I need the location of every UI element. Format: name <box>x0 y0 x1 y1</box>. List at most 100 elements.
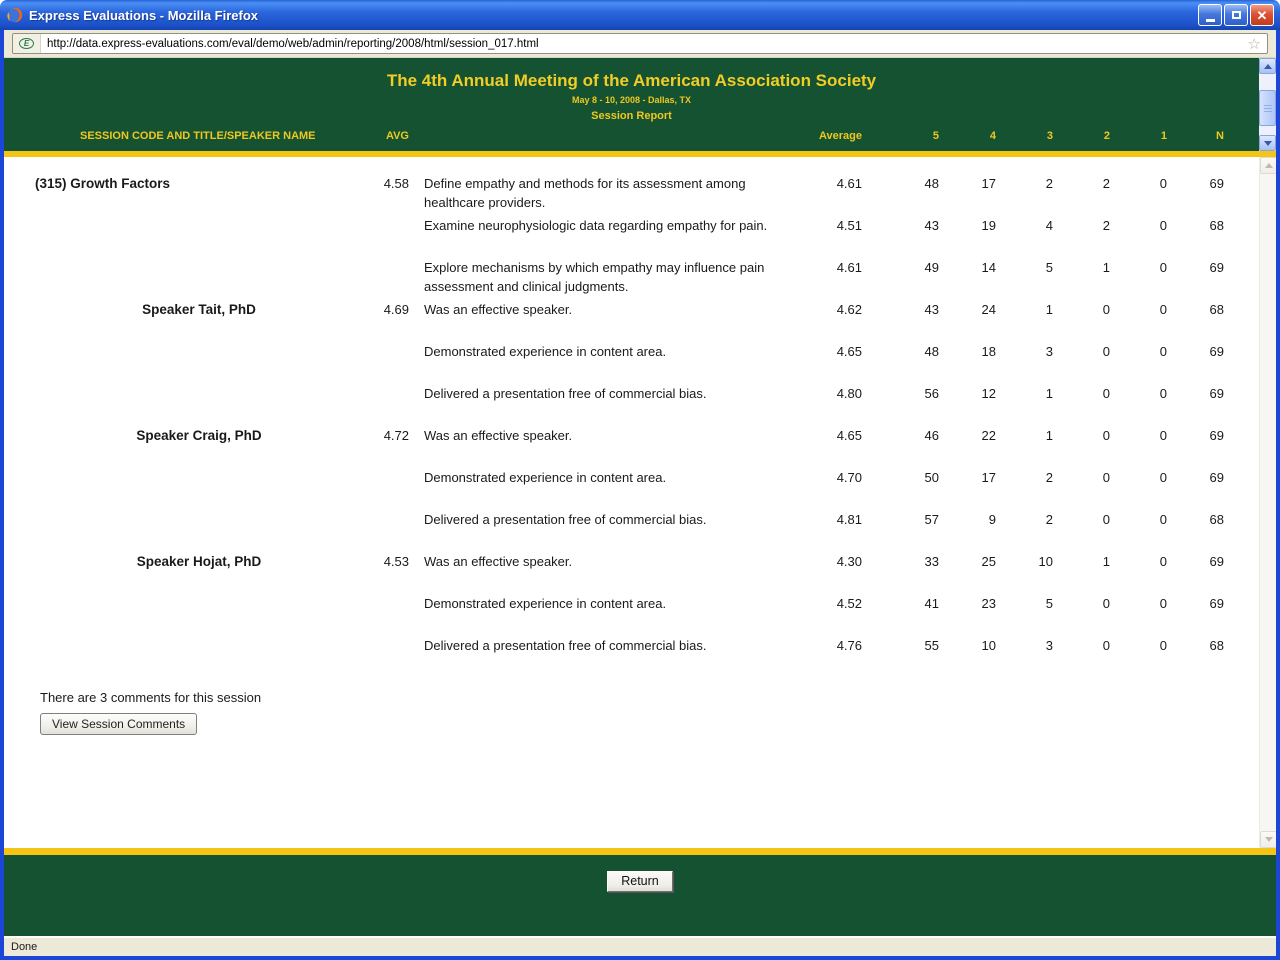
n-cell: 69 <box>1167 258 1224 277</box>
rating5-cell: 49 <box>862 258 939 277</box>
session-or-speaker-name: Speaker Craig, PhD <box>35 426 325 445</box>
column-header-3: 3 <box>996 130 1053 142</box>
n-cell: 69 <box>1167 552 1224 571</box>
session-table: (315) Growth Factors 4.58 Define empathy… <box>4 174 1259 678</box>
rating3-cell: 2 <box>996 510 1053 529</box>
rating3-cell: 10 <box>996 552 1053 571</box>
rating4-cell: 25 <box>939 552 996 571</box>
report-subtitle: Session Report <box>4 110 1259 122</box>
rating5-cell: 33 <box>862 552 939 571</box>
report-content: (315) Growth Factors 4.58 Define empathy… <box>4 157 1276 848</box>
rating4-cell: 17 <box>939 468 996 487</box>
bookmark-star-icon[interactable]: ☆ <box>1242 35 1267 53</box>
rating1-cell: 0 <box>1110 342 1167 361</box>
rating2-cell: 1 <box>1053 552 1110 571</box>
site-identity-button[interactable]: E <box>13 34 41 53</box>
average-cell: 4.65 <box>784 342 862 361</box>
question-cell: Delivered a presentation free of commerc… <box>409 636 784 655</box>
header-frame-scrollbar[interactable] <box>1259 58 1276 151</box>
table-row: Delivered a presentation free of commerc… <box>35 510 1259 552</box>
scrollbar-thumb[interactable] <box>1259 90 1276 126</box>
rating1-cell: 0 <box>1110 300 1167 319</box>
rating1-cell: 0 <box>1110 216 1167 235</box>
average-cell: 4.62 <box>784 300 862 319</box>
report-date-location: May 8 - 10, 2008 - Dallas, TX <box>4 95 1259 105</box>
avg-cell: 4.72 <box>325 426 409 445</box>
question-cell: Delivered a presentation free of commerc… <box>409 384 784 403</box>
n-cell: 69 <box>1167 384 1224 403</box>
rating1-cell: 0 <box>1110 258 1167 277</box>
scroll-down-button[interactable] <box>1259 135 1276 151</box>
page-title: The 4th Annual Meeting of the American A… <box>4 71 1259 91</box>
table-row: Explore mechanisms by which empathy may … <box>35 258 1259 300</box>
rating5-cell: 41 <box>862 594 939 613</box>
average-cell: 4.61 <box>784 258 862 277</box>
rating1-cell: 0 <box>1110 426 1167 445</box>
column-header-4: 4 <box>939 130 996 142</box>
window-titlebar: Express Evaluations - Mozilla Firefox ✕ <box>0 0 1280 30</box>
table-row: Examine neurophysiologic data regarding … <box>35 216 1259 258</box>
status-text: Done <box>11 941 37 953</box>
content-frame-scrollbar[interactable] <box>1259 157 1276 848</box>
question-cell: Was an effective speaker. <box>409 552 784 571</box>
rating1-cell: 0 <box>1110 552 1167 571</box>
rating1-cell: 0 <box>1110 510 1167 529</box>
column-header-2: 2 <box>1053 130 1110 142</box>
n-cell: 69 <box>1167 468 1224 487</box>
average-cell: 4.81 <box>784 510 862 529</box>
scroll-up-button[interactable] <box>1260 157 1276 174</box>
rating1-cell: 0 <box>1110 384 1167 403</box>
average-cell: 4.52 <box>784 594 862 613</box>
maximize-icon <box>1232 11 1241 19</box>
rating3-cell: 5 <box>996 594 1053 613</box>
minimize-icon <box>1206 19 1215 22</box>
maximize-button[interactable] <box>1224 4 1248 26</box>
return-button[interactable]: Return <box>607 871 673 892</box>
avg-cell: 4.58 <box>325 174 409 193</box>
n-cell: 69 <box>1167 342 1224 361</box>
minimize-button[interactable] <box>1198 4 1222 26</box>
question-cell: Examine neurophysiologic data regarding … <box>409 216 784 235</box>
rating1-cell: 0 <box>1110 636 1167 655</box>
rating3-cell: 4 <box>996 216 1053 235</box>
average-cell: 4.80 <box>784 384 862 403</box>
n-cell: 69 <box>1167 594 1224 613</box>
rating5-cell: 55 <box>862 636 939 655</box>
table-row: Demonstrated experience in content area.… <box>35 468 1259 510</box>
rating5-cell: 57 <box>862 510 939 529</box>
view-session-comments-button[interactable]: View Session Comments <box>40 713 197 735</box>
rating2-cell: 0 <box>1053 384 1110 403</box>
question-cell: Define empathy and methods for its asses… <box>409 174 784 212</box>
table-column-headers: SESSION CODE AND TITLE/SPEAKER NAME AVG … <box>35 130 1259 142</box>
rating4-cell: 18 <box>939 342 996 361</box>
address-toolbar: E http://data.express-evaluations.com/ev… <box>4 30 1276 58</box>
column-header-avg: AVG <box>325 130 409 142</box>
rating4-cell: 9 <box>939 510 996 529</box>
question-cell: Demonstrated experience in content area. <box>409 594 784 613</box>
browser-window: Express Evaluations - Mozilla Firefox ✕ … <box>0 0 1280 960</box>
table-row: Demonstrated experience in content area.… <box>35 342 1259 384</box>
rating2-cell: 1 <box>1053 258 1110 277</box>
comments-count-text: There are 3 comments for this session <box>40 690 1259 705</box>
table-row: Delivered a presentation free of commerc… <box>35 384 1259 426</box>
chevron-up-icon <box>1264 64 1272 69</box>
rating1-cell: 0 <box>1110 468 1167 487</box>
rating3-cell: 1 <box>996 300 1053 319</box>
avg-cell: 4.69 <box>325 300 409 319</box>
rating5-cell: 43 <box>862 300 939 319</box>
rating3-cell: 3 <box>996 342 1053 361</box>
report-header: The 4th Annual Meeting of the American A… <box>4 58 1276 157</box>
rating1-cell: 0 <box>1110 594 1167 613</box>
rating5-cell: 48 <box>862 174 939 193</box>
table-row: (315) Growth Factors 4.58 Define empathy… <box>35 174 1259 216</box>
average-cell: 4.51 <box>784 216 862 235</box>
chevron-down-icon <box>1264 141 1272 146</box>
rating3-cell: 5 <box>996 258 1053 277</box>
close-button[interactable]: ✕ <box>1250 4 1274 26</box>
rating2-cell: 0 <box>1053 594 1110 613</box>
column-header-5: 5 <box>862 130 939 142</box>
scroll-up-button[interactable] <box>1259 58 1276 74</box>
url-input[interactable]: E http://data.express-evaluations.com/ev… <box>12 33 1268 54</box>
question-cell: Was an effective speaker. <box>409 300 784 319</box>
scroll-down-button[interactable] <box>1260 831 1276 848</box>
